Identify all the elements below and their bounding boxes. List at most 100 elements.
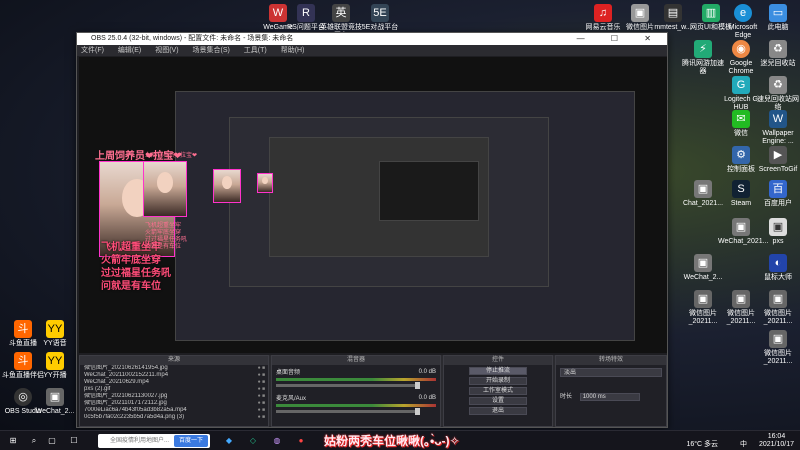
icon-label: WeChat_2...	[35, 408, 75, 415]
taskbar-app-icon[interactable]: ◍	[270, 434, 284, 448]
system-tray: 16°C 多云 中 16:04 2021/10/17	[686, 433, 794, 449]
icon-label: 网易云音乐	[585, 24, 621, 31]
sources-dock: 来源 微信图片_20210626141954.jpg WeChat_202110…	[79, 355, 269, 427]
icon-label: 5E对战平台	[361, 24, 399, 31]
mixer-dock: 混音器 桌面音频 0.0 dB 麦克风/Aux 0.0 dB	[271, 355, 441, 427]
netease-music-icon: ♫	[594, 4, 612, 22]
icon-label: ScreenToGif	[758, 166, 798, 173]
start-recording-button[interactable]: 开始录制	[469, 377, 527, 385]
volume-fader[interactable]	[276, 382, 420, 389]
mouse-icon: ◐	[769, 254, 787, 272]
accelerator-icon: ⚡	[694, 40, 712, 58]
source-item[interactable]: 微信图片_20210621130027.jpg	[80, 393, 268, 400]
clock-date[interactable]: 2021/10/17	[759, 441, 794, 449]
overlay-title-small: 上周饲养员❤拉宝❤	[145, 153, 198, 159]
desktop-icon-right[interactable]: 百 百度用户	[755, 180, 800, 208]
weather[interactable]: 16°C 多云	[686, 441, 718, 448]
settings-button[interactable]: 设置	[469, 397, 527, 405]
duration-input[interactable]: 1000 ms	[579, 393, 640, 401]
desktop-icon-right[interactable]: W Wallpaper Engine: ...	[755, 110, 800, 146]
menu-file[interactable]: 文件(F)	[81, 47, 104, 54]
icon-label: YY开播	[43, 372, 67, 379]
image-file-icon: ▣	[732, 218, 750, 236]
baidu-search-button[interactable]: 百度一下	[174, 435, 208, 447]
icon-label: WeChat_2...	[683, 274, 723, 281]
source-item[interactable]: 微信图片_20211017172112.jpg	[80, 400, 268, 407]
source-item[interactable]: WeChat_20211002152211.mp4	[80, 372, 268, 379]
desktop-icon-right[interactable]: ◐ 鼠标大师	[755, 254, 800, 282]
source-item[interactable]: 微信图片_20210626141954.jpg	[80, 365, 268, 372]
source-item[interactable]: pxs (2).gif	[80, 386, 268, 393]
desktop-icon-top[interactable]: 5E 5E对战平台	[357, 4, 403, 32]
desktop-icon-right[interactable]: ▣ Chat_2021...	[680, 180, 726, 208]
desktop-icon-right[interactable]: ▣ 微信图片_20211...	[755, 330, 800, 366]
volume-fader[interactable]	[276, 408, 420, 415]
source-item[interactable]: 7000eLiac6a74b43f05ad3b82a5a.mp4	[80, 407, 268, 414]
icon-label: Steam	[730, 200, 752, 207]
task-view-icon[interactable]: ▢	[46, 434, 58, 448]
douyu-icon: 斗	[14, 320, 32, 338]
obs-window[interactable]: OBS 25.0.4 (32-bit, windows) - 配置文件: 未命名…	[76, 32, 668, 428]
menu-scene-collection[interactable]: 场景集合(S)	[193, 47, 230, 54]
mixer-channel-db: 0.0 dB	[418, 369, 436, 375]
stop-streaming-button[interactable]: 停止推流	[469, 367, 527, 375]
desktop-icon-right[interactable]: ▣ WeChat_2...	[680, 254, 726, 282]
desktop-icon-left[interactable]: ▣ WeChat_2...	[32, 388, 78, 416]
scrolling-banner: 姑粉两秃车位啾啾(｡•̀ᴗ-)✧	[324, 434, 460, 448]
desktop-icon-right[interactable]: ♻ 迷兒回收站	[755, 40, 800, 68]
menu-edit[interactable]: 编辑(E)	[118, 47, 141, 54]
search-icon[interactable]: ⌕	[28, 434, 40, 448]
image-file-icon: ▣	[769, 330, 787, 348]
widget-icon[interactable]: ☐	[68, 434, 80, 448]
edge-icon: e	[734, 4, 752, 22]
baidu-icon: 百	[769, 180, 787, 198]
icon-label: YY语音	[43, 340, 67, 347]
menu-tools[interactable]: 工具(T)	[244, 47, 267, 54]
menu-view[interactable]: 视图(V)	[155, 47, 178, 54]
taskbar-app-icon[interactable]: ●	[294, 434, 308, 448]
source-item[interactable]: 0c5f5b7fa02c2235b5d7a5d4a.png (3)	[80, 414, 268, 421]
desktop-icon-right[interactable]: ▣ 微信图片_20211...	[755, 290, 800, 326]
file-icon: ▤	[664, 4, 682, 22]
nested-capture-4	[379, 161, 479, 221]
icon-label: 控制面板	[727, 166, 755, 173]
image-file-icon: ▣	[732, 290, 750, 308]
overlay-lines-small: 飞机超重坐牢 火箭牢底坐穿 过过福星任务吼 问就是有车位	[145, 223, 187, 251]
icon-label: 鼠标大师	[764, 274, 792, 281]
source-item[interactable]: WeChat_20210629.mp4	[80, 379, 268, 386]
app-icon: R	[297, 4, 315, 22]
obs-menubar: 文件(F) 编辑(E) 视图(V) 场景集合(S) 工具(T) 帮助(H)	[77, 45, 667, 56]
screentogif-icon: ▶	[769, 146, 787, 164]
overlay-line: 问就是有车位	[101, 281, 161, 292]
taskbar-app-icon[interactable]: ◇	[246, 434, 260, 448]
desktop-icon-this-pc[interactable]: ▭ 此电脑	[755, 4, 800, 32]
desktop-icon-left[interactable]: YY YY语音	[32, 320, 78, 348]
desktop-icon-right[interactable]: ▣ pxs	[755, 218, 800, 246]
desktop-icon-right[interactable]: ♻ 速兒回收站网络	[755, 76, 800, 112]
desktop-icon-right[interactable]: ▶ ScreenToGif	[755, 146, 800, 174]
transition-select[interactable]: 淡出	[560, 368, 662, 377]
obs-titlebar[interactable]: OBS 25.0.4 (32-bit, windows) - 配置文件: 未命名…	[77, 33, 667, 45]
wallpaper-engine-icon: W	[769, 110, 787, 128]
app-icon: 英	[332, 4, 350, 22]
studio-mode-button[interactable]: 工作室模式	[469, 387, 527, 395]
recycle-bin-icon: ♻	[769, 76, 787, 94]
icon-label: Microsoft Edge	[728, 24, 758, 39]
obs-preview[interactable]: 上周饲养员❤拉宝❤ 飞机超重坐牢 火箭牢底坐穿 过过福星任务吼 问就是有车位 上…	[79, 57, 667, 353]
overlay-line: 火箭牢底坐穿	[101, 255, 161, 266]
start-button[interactable]: ⊞	[6, 434, 20, 448]
taskbar-app-icon[interactable]: ◆	[222, 434, 236, 448]
menu-help[interactable]: 帮助(H)	[281, 47, 305, 54]
exit-button[interactable]: 退出	[469, 407, 527, 415]
overlay-line: 过过福星任务吼	[101, 268, 171, 279]
obs-docks: 来源 微信图片_20210626141954.jpg WeChat_202110…	[79, 355, 667, 427]
audio-meter	[276, 378, 436, 381]
window-controls[interactable]: — ☐ ✕	[577, 33, 663, 45]
image-file-icon: ▣	[631, 4, 649, 22]
computer-icon: ▭	[769, 4, 787, 22]
yy-icon: YY	[46, 352, 64, 370]
desktop-icon-left[interactable]: YY YY开播	[32, 352, 78, 380]
clock-time[interactable]: 16:04	[759, 433, 794, 441]
recycle-bin-icon: ♻	[769, 40, 787, 58]
ime-indicator[interactable]: 中	[740, 441, 747, 448]
